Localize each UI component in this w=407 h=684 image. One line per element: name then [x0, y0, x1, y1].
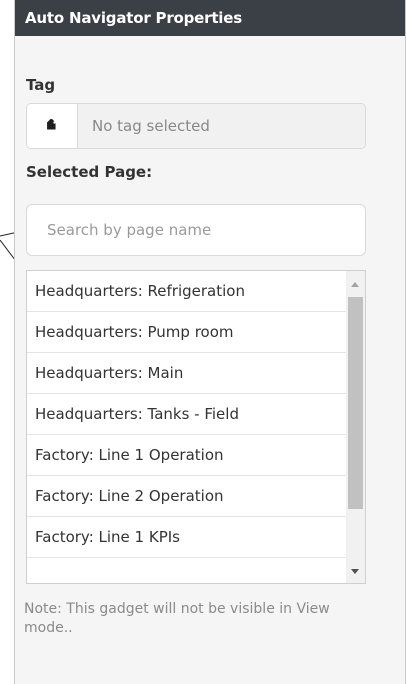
- scroll-down-icon[interactable]: [351, 569, 359, 574]
- tag-value: No tag selected: [78, 104, 365, 148]
- tag-icon[interactable]: [27, 104, 78, 148]
- list-item[interactable]: Headquarters: Pump room: [27, 312, 347, 353]
- list-item[interactable]: Headquarters: Main: [27, 353, 347, 394]
- list-item[interactable]: Headquarters: Refrigeration: [27, 271, 347, 312]
- list-item[interactable]: Factory: Line 1 KPIs: [27, 517, 347, 558]
- page-search-input[interactable]: [26, 204, 366, 256]
- list-item[interactable]: Headquarters: Tanks - Field: [27, 394, 347, 435]
- tag-label: Tag: [26, 76, 56, 94]
- tag-selector[interactable]: No tag selected: [26, 103, 366, 149]
- selected-page-label: Selected Page:: [26, 163, 153, 181]
- list-scrollbar[interactable]: [346, 271, 365, 583]
- panel-title: Auto Navigator Properties: [15, 0, 405, 36]
- page-list[interactable]: Headquarters: Refrigeration Headquarters…: [26, 270, 366, 584]
- scroll-thumb[interactable]: [348, 297, 363, 509]
- list-item[interactable]: Factory: Line 1 Operation: [27, 435, 347, 476]
- scroll-up-icon[interactable]: [351, 282, 359, 287]
- list-item[interactable]: Factory: Line 2 Operation: [27, 476, 347, 517]
- visibility-note: Note: This gadget will not be visible in…: [24, 601, 330, 636]
- page-list-items: Headquarters: Refrigeration Headquarters…: [27, 271, 347, 558]
